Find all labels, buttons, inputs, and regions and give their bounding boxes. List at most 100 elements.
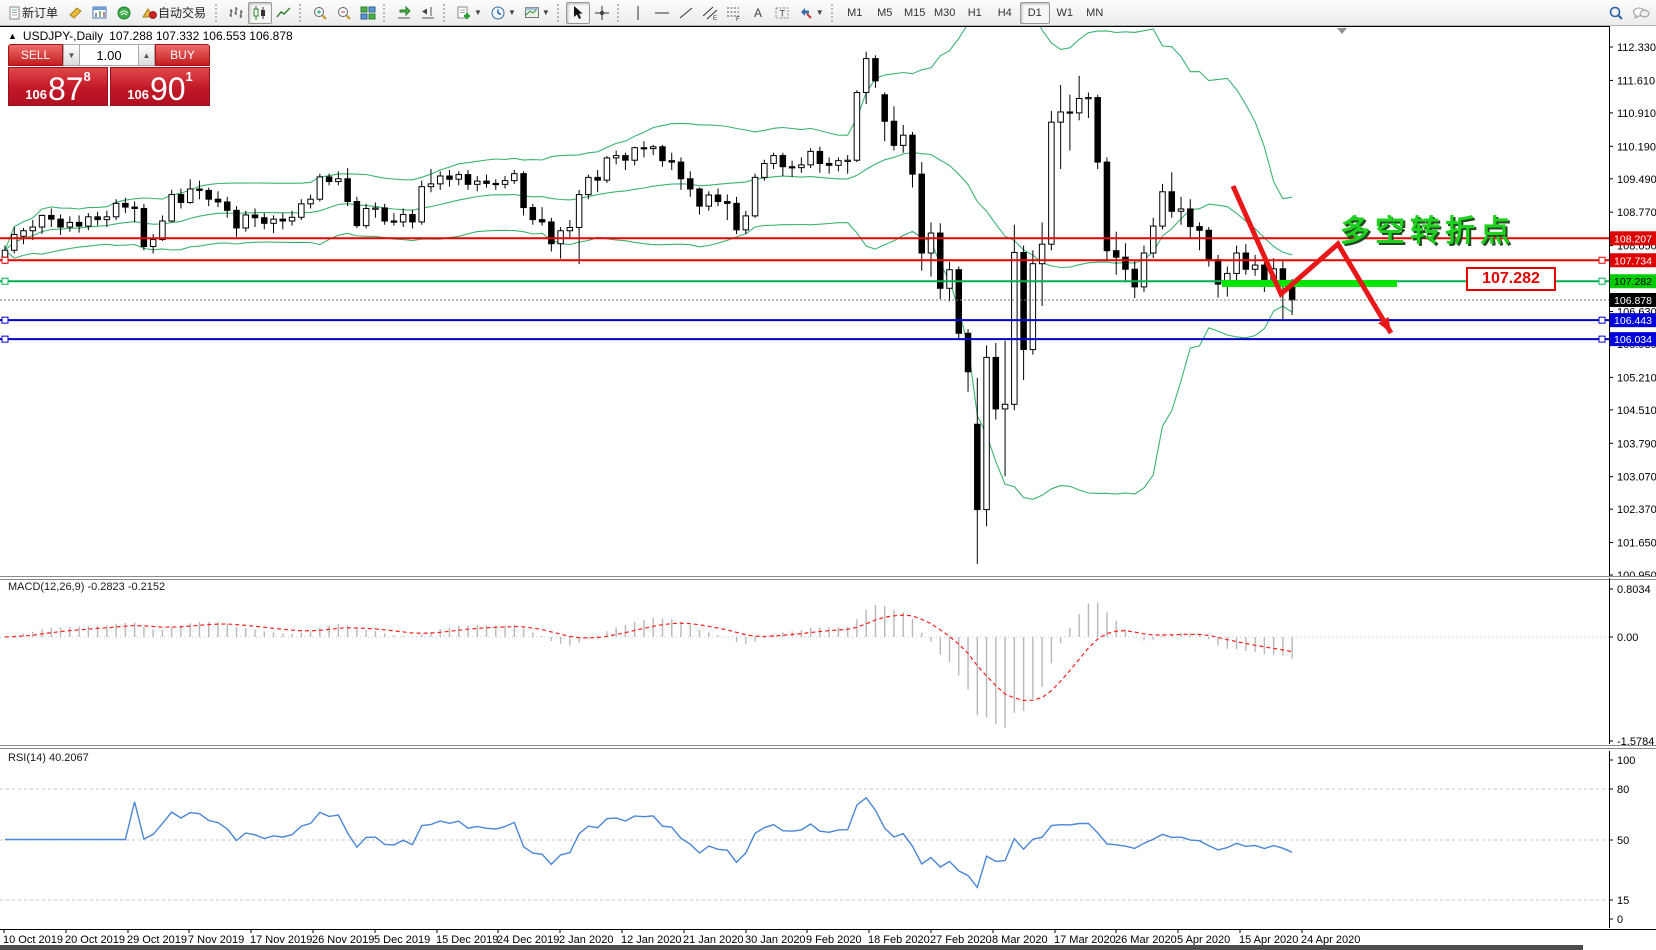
axis-tick-label: 110.190	[1617, 141, 1656, 153]
axis-tick-label: 100	[1617, 755, 1635, 767]
line-handle	[2, 257, 8, 263]
macd-panel[interactable]: 0.80340.00-1.5784	[0, 577, 1656, 745]
chart-symbol-period: USDJPY-,Daily	[23, 29, 103, 43]
support-zone-highlight[interactable]	[1222, 280, 1397, 287]
market-watch-button[interactable]	[64, 2, 88, 24]
vertical-line-tool[interactable]	[626, 2, 650, 24]
sell-price-button[interactable]: 106 87 8	[8, 67, 108, 106]
horizontal-line-tool[interactable]	[650, 2, 674, 24]
macd-histogram	[5, 603, 1292, 728]
candlestick-chart-button[interactable]	[248, 2, 272, 24]
price-axis[interactable]: 112.330111.610110.910110.190109.490108.7…	[1609, 26, 1656, 577]
bar-chart-button[interactable]	[224, 2, 248, 24]
panel-separator[interactable]	[0, 745, 1656, 749]
sell-price-big: 87	[48, 76, 84, 102]
price-badge-label: 106.878	[1614, 295, 1652, 307]
timeframe-button-m1[interactable]: M1	[840, 2, 870, 24]
buy-price-pip: 1	[186, 69, 193, 84]
auto-scroll-icon	[396, 5, 412, 21]
line-handle	[1599, 278, 1605, 284]
price-badge-label: 106.034	[1614, 334, 1652, 346]
auto-trading-icon	[142, 5, 158, 21]
cursor-tool-button[interactable]	[566, 2, 590, 24]
axis-tick-label: 0	[1617, 914, 1623, 926]
rsi-axis[interactable]: 1008050150	[1609, 751, 1635, 928]
buy-price-big: 90	[150, 76, 186, 102]
volume-decrease-button[interactable]: ▼	[63, 44, 80, 66]
toolbar: 新订单 自动交易	[0, 0, 1656, 26]
volume-input[interactable]: 1.00	[80, 44, 138, 66]
buy-price-base: 106	[127, 88, 149, 102]
timeframe-group: M1M5M15M30H1H4D1W1MN	[840, 2, 1110, 24]
profiles-button[interactable]: ▼	[486, 2, 520, 24]
trendline-tool[interactable]	[674, 2, 698, 24]
fibonacci-tool[interactable]: F	[722, 2, 746, 24]
cursor-icon	[570, 5, 586, 21]
fibonacci-icon: F	[726, 5, 742, 21]
new-chart-button[interactable]: ▼	[452, 2, 486, 24]
one-click-trading-panel: SELL ▼ 1.00 ▲ BUY 106 87 8 106 90 1	[8, 44, 210, 106]
sell-price-base: 106	[25, 88, 47, 102]
line-handle	[1599, 317, 1605, 323]
chart-ohlc-values: 107.288 107.332 106.553 106.878	[109, 29, 293, 43]
tile-windows-button[interactable]	[356, 2, 380, 24]
connection-button[interactable]	[112, 2, 136, 24]
sell-price-pip: 8	[84, 69, 91, 84]
horizontal-scrollbar[interactable]	[0, 945, 1583, 950]
new-chart-icon	[456, 5, 472, 21]
line-handle	[2, 317, 8, 323]
chart-window-button[interactable]	[88, 2, 112, 24]
rsi-panel[interactable]: 1008050150	[0, 750, 1656, 929]
timeframe-button-w1[interactable]: W1	[1050, 2, 1080, 24]
timeframe-button-m5[interactable]: M5	[870, 2, 900, 24]
text-label-icon: T	[774, 5, 790, 21]
toolbar-grip	[215, 4, 221, 22]
zoom-out-button[interactable]	[332, 2, 356, 24]
new-order-button[interactable]: 新订单	[2, 2, 64, 24]
buy-price-button[interactable]: 106 90 1	[110, 67, 210, 106]
sell-button[interactable]: SELL	[8, 44, 63, 66]
text-label-tool[interactable]: T	[770, 2, 794, 24]
templates-button[interactable]: ▼	[520, 2, 554, 24]
auto-scroll-button[interactable]	[392, 2, 416, 24]
macd-axis[interactable]: 0.80340.00-1.5784	[1609, 578, 1654, 745]
axis-tick-label: 111.610	[1617, 75, 1655, 87]
line-chart-icon	[276, 5, 292, 21]
axis-tick-label: 104.510	[1617, 405, 1656, 417]
text-tool[interactable]: A	[746, 2, 770, 24]
buy-button[interactable]: BUY	[155, 44, 210, 66]
crosshair-icon	[594, 5, 610, 21]
timeframe-button-m30[interactable]: M30	[930, 2, 960, 24]
toolbar-grip	[443, 4, 449, 22]
timeframe-button-h4[interactable]: H4	[990, 2, 1020, 24]
zoom-in-button[interactable]	[308, 2, 332, 24]
timeframe-button-mn[interactable]: MN	[1080, 2, 1110, 24]
timeframe-button-d1[interactable]: D1	[1020, 2, 1050, 24]
toolbar-grip	[299, 4, 305, 22]
main-price-chart[interactable]: 112.330111.610110.910110.190109.490108.7…	[0, 26, 1656, 577]
auto-trading-button[interactable]: 自动交易	[136, 2, 212, 24]
timeframe-button-m15[interactable]: M15	[900, 2, 930, 24]
svg-text:F: F	[736, 17, 740, 21]
community-button[interactable]	[1628, 2, 1654, 24]
dropdown-caret: ▼	[816, 8, 824, 17]
macd-signal-line	[5, 615, 1292, 700]
price-badge-label: 106.443	[1614, 315, 1652, 327]
price-badge-label: 107.282	[1614, 276, 1652, 288]
channel-tool[interactable]: E	[698, 2, 722, 24]
timeframe-button-h1[interactable]: H1	[960, 2, 990, 24]
axis-tick-label: 105.210	[1617, 372, 1656, 384]
chart-shift-button[interactable]	[416, 2, 440, 24]
collapse-triangle-icon[interactable]: ▲	[8, 31, 17, 41]
dropdown-caret: ▼	[474, 8, 482, 17]
axis-tick-label: 103.070	[1617, 472, 1656, 484]
crosshair-tool-button[interactable]	[590, 2, 614, 24]
search-button[interactable]	[1604, 2, 1628, 24]
arrows-tool[interactable]: ▼	[794, 2, 828, 24]
line-chart-button[interactable]	[272, 2, 296, 24]
price-level-label[interactable]: 107.282	[1466, 267, 1556, 291]
text-icon: A	[750, 5, 766, 21]
trend-annotation-text[interactable]: 多空转折点	[1340, 206, 1515, 250]
market-watch-icon	[68, 5, 84, 21]
volume-increase-button[interactable]: ▲	[138, 44, 155, 66]
